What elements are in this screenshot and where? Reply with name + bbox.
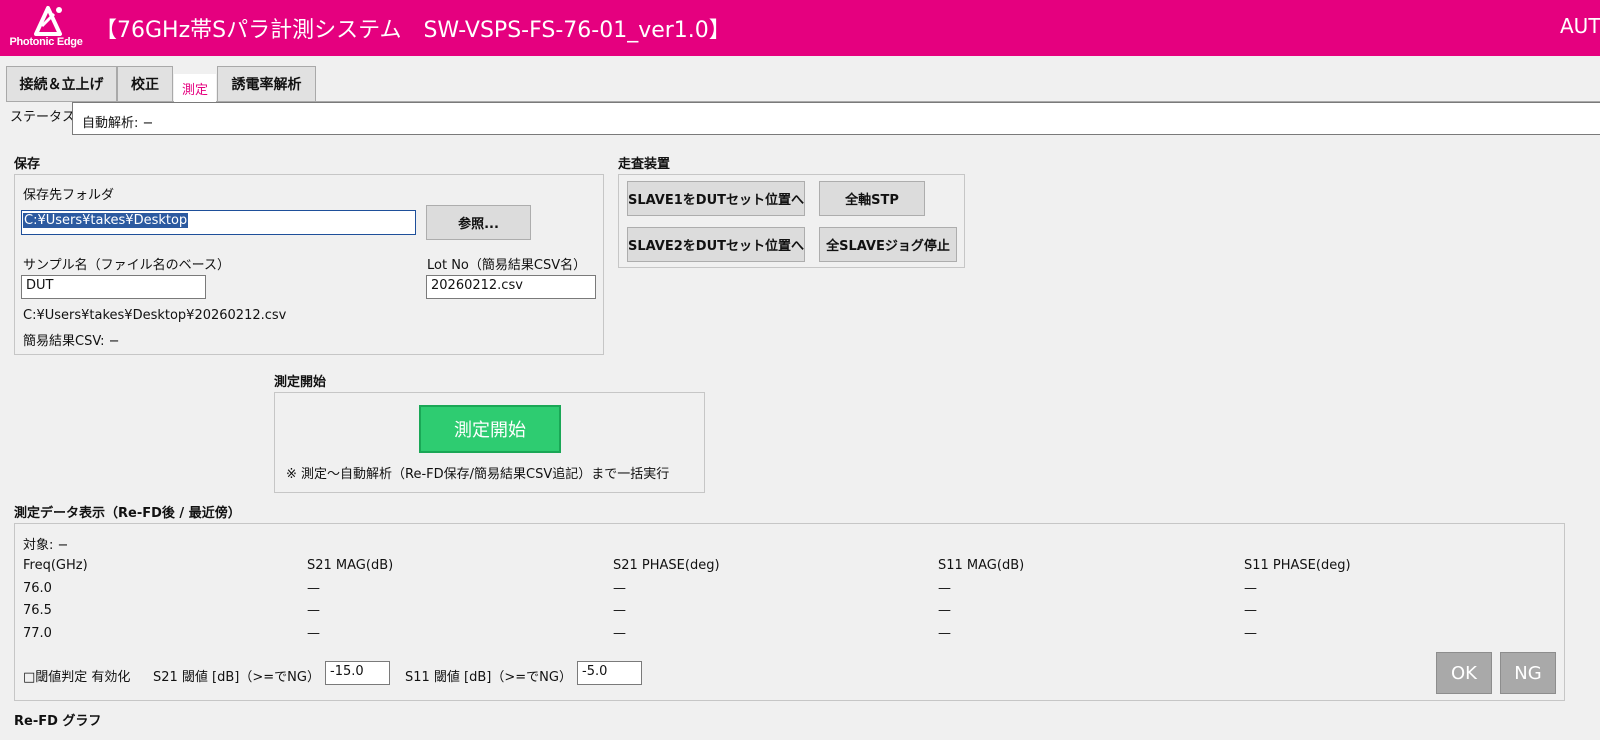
row-2-s11-mag: — [938,603,951,618]
row-1-s21-phase: — [613,581,626,596]
sample-name-label: サンプル名（ファイル名のベース） [23,258,230,273]
header-s21-mag: S21 MAG(dB) [307,558,394,573]
status-field [72,102,1600,135]
ok-indicator: OK [1436,652,1492,694]
photonic-edge-logo-icon [34,6,62,36]
header-freq: Freq(GHz) [23,558,88,573]
logo-text: Photonic Edge [9,36,83,48]
row-3-s21-mag: — [307,626,320,641]
app-title: 【76GHz帯Sパラ計測システム SW-VSPS-FS-76-01_ver1.0… [95,18,731,43]
row-1-s11-mag: — [938,581,951,596]
header-s11-mag: S11 MAG(dB) [938,558,1025,573]
mode-label: AUTO [1560,14,1600,38]
scanner-section-title: 走査装置 [618,157,671,172]
row-3-s11-mag: — [938,626,951,641]
all-slave-jog-stop-button[interactable]: 全SLAVEジョグ停止 [819,227,957,262]
tab-dielectric-analysis[interactable]: 誘電率解析 [217,66,316,101]
start-measurement-button[interactable]: 測定開始 [419,405,561,453]
row-2-freq: 76.5 [23,603,52,618]
row-1-s11-phase: — [1244,581,1257,596]
row-1-s21-mag: — [307,581,320,596]
header-s21-phase: S21 PHASE(deg) [613,558,720,573]
tab-measurement[interactable]: 測定 [174,74,216,102]
row-3-freq: 77.0 [23,626,52,641]
threshold-enable-checkbox[interactable]: □閾値判定 有効化 [23,666,130,685]
save-section-title: 保存 [14,157,41,172]
row-3-s11-phase: — [1244,626,1257,641]
folder-label: 保存先フォルダ [23,188,115,203]
all-axes-stop-button[interactable]: 全軸STP [819,181,925,216]
result-csv-text: 簡易結果CSV: − [23,334,120,349]
status-text: 自動解析: − [82,116,154,131]
status-label: ステータス [10,110,76,125]
s21-threshold-label: S21 閾値 [dB]（>=でNG） [153,670,320,685]
s11-threshold-input[interactable]: -5.0 [577,661,642,685]
row-3-s21-phase: — [613,626,626,641]
folder-input[interactable]: C:¥Users¥takes¥Desktop [21,210,416,235]
start-section-title: 測定開始 [274,375,327,390]
row-2-s21-mag: — [307,603,320,618]
folder-value: C:¥Users¥takes¥Desktop [23,213,189,228]
lot-no-input[interactable]: 20260212.csv [426,275,596,299]
data-view-section-title: 測定データ表示（Re-FD後 / 最近傍） [14,506,241,521]
output-path-text: C:¥Users¥takes¥Desktop¥20260212.csv [23,308,287,323]
lot-no-label: Lot No（簡易結果CSV名） [427,258,587,273]
sample-name-input[interactable]: DUT [21,275,206,299]
row-2-s21-phase: — [613,603,626,618]
slave2-set-position-button[interactable]: SLAVE2をDUTセット位置へ [627,227,805,262]
s11-threshold-label: S11 閾値 [dB]（>=でNG） [405,670,572,685]
s21-threshold-input[interactable]: -15.0 [325,661,390,685]
ng-indicator: NG [1500,652,1556,694]
graph-section-title: Re-FD グラフ [14,714,102,729]
slave1-set-position-button[interactable]: SLAVE1をDUTセット位置へ [627,181,805,216]
tab-calibration[interactable]: 校正 [117,66,173,101]
row-2-s11-phase: — [1244,603,1257,618]
tab-connect-startup[interactable]: 接続＆立上げ [6,66,117,101]
start-note: ※ 測定〜自動解析（Re-FD保存/簡易結果CSV追記）まで一括実行 [286,467,670,482]
target-text: 対象: − [23,538,69,553]
browse-button[interactable]: 参照... [426,205,531,240]
row-1-freq: 76.0 [23,581,52,596]
header-s11-phase: S11 PHASE(deg) [1244,558,1351,573]
